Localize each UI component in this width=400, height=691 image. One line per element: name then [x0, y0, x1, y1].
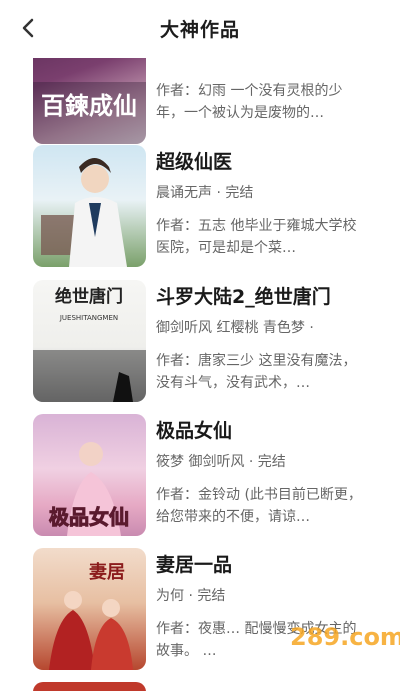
- book-cover: 妻居: [33, 548, 146, 670]
- book-meta: 为何 · 完结: [156, 588, 226, 604]
- book-description: 作者：金铃动 (此书目前已断更，给您带来的不便，请谅…: [156, 487, 362, 525]
- cover-art: 绝世唐门 JUESHITANGMEN: [33, 286, 146, 402]
- book-item[interactable]: 绝世唐门 JUESHITANGMEN 斗罗大陆2_绝世唐门 御剑听风 红樱桃 青…: [0, 280, 400, 402]
- book-description: 作者：五志 他毕业于雍城大学校医院，可是却是个菜…: [156, 218, 357, 256]
- book-description: 作者：唐家三少 这里没有魔法，没有斗气，没有武术，…: [156, 353, 357, 391]
- book-cover: 绝世唐门 JUESHITANGMEN: [33, 280, 146, 402]
- book-item[interactable]: 极品女仙 极品女仙 筱梦 御剑听风 · 完结 作者：金铃动 (此书目前已断更，给…: [0, 414, 400, 536]
- top-bar: 大神作品: [0, 0, 400, 58]
- cover-title: 妻居: [89, 562, 125, 583]
- book-description: 作者：夜惠… 配慢慢变成女主的故事。 …: [156, 621, 357, 659]
- book-title: 极品女仙: [156, 420, 233, 442]
- cover-title: 绝世唐门: [55, 286, 123, 307]
- book-cover: [33, 145, 146, 267]
- book-description: 作者：幻雨 一个没有灵根的少年，一个被认为是废物的…: [156, 83, 343, 121]
- book-title: 超级仙医: [156, 151, 233, 173]
- book-cover-partial: [33, 682, 146, 691]
- cover-art: 妻居: [49, 562, 133, 670]
- cover-title: 极品女仙: [49, 505, 129, 529]
- book-item[interactable]: 超级仙医 晨诵无声 · 完结 作者：五志 他毕业于雍城大学校医院，可是却是个菜…: [0, 145, 400, 267]
- book-meta: 御剑听风 红樱桃 青色梦 ·: [156, 320, 314, 336]
- page-title: 大神作品: [159, 19, 240, 41]
- book-title: 斗罗大陆2_绝世唐门: [156, 286, 331, 308]
- book-title: 妻居一品: [156, 554, 233, 576]
- cover-title: 百鍊成仙: [41, 91, 137, 120]
- book-list: 百鍊成仙 作者：幻雨 一个没有灵根的少年，一个被认为是废物的… 超级仙医 晨诵无…: [0, 0, 400, 691]
- book-meta: 晨诵无声 · 完结: [156, 185, 254, 201]
- cover-art: 极品女仙: [49, 442, 130, 536]
- book-meta: 筱梦 御剑听风 · 完结: [156, 454, 286, 470]
- cover-art: [41, 158, 127, 267]
- book-item[interactable]: 妻居 妻居一品 为何 · 完结 作者：夜惠… 配慢慢变成女主的故事。 …: [0, 548, 400, 670]
- cover-subtitle: JUESHITANGMEN: [59, 314, 118, 322]
- book-cover: 极品女仙: [33, 414, 146, 536]
